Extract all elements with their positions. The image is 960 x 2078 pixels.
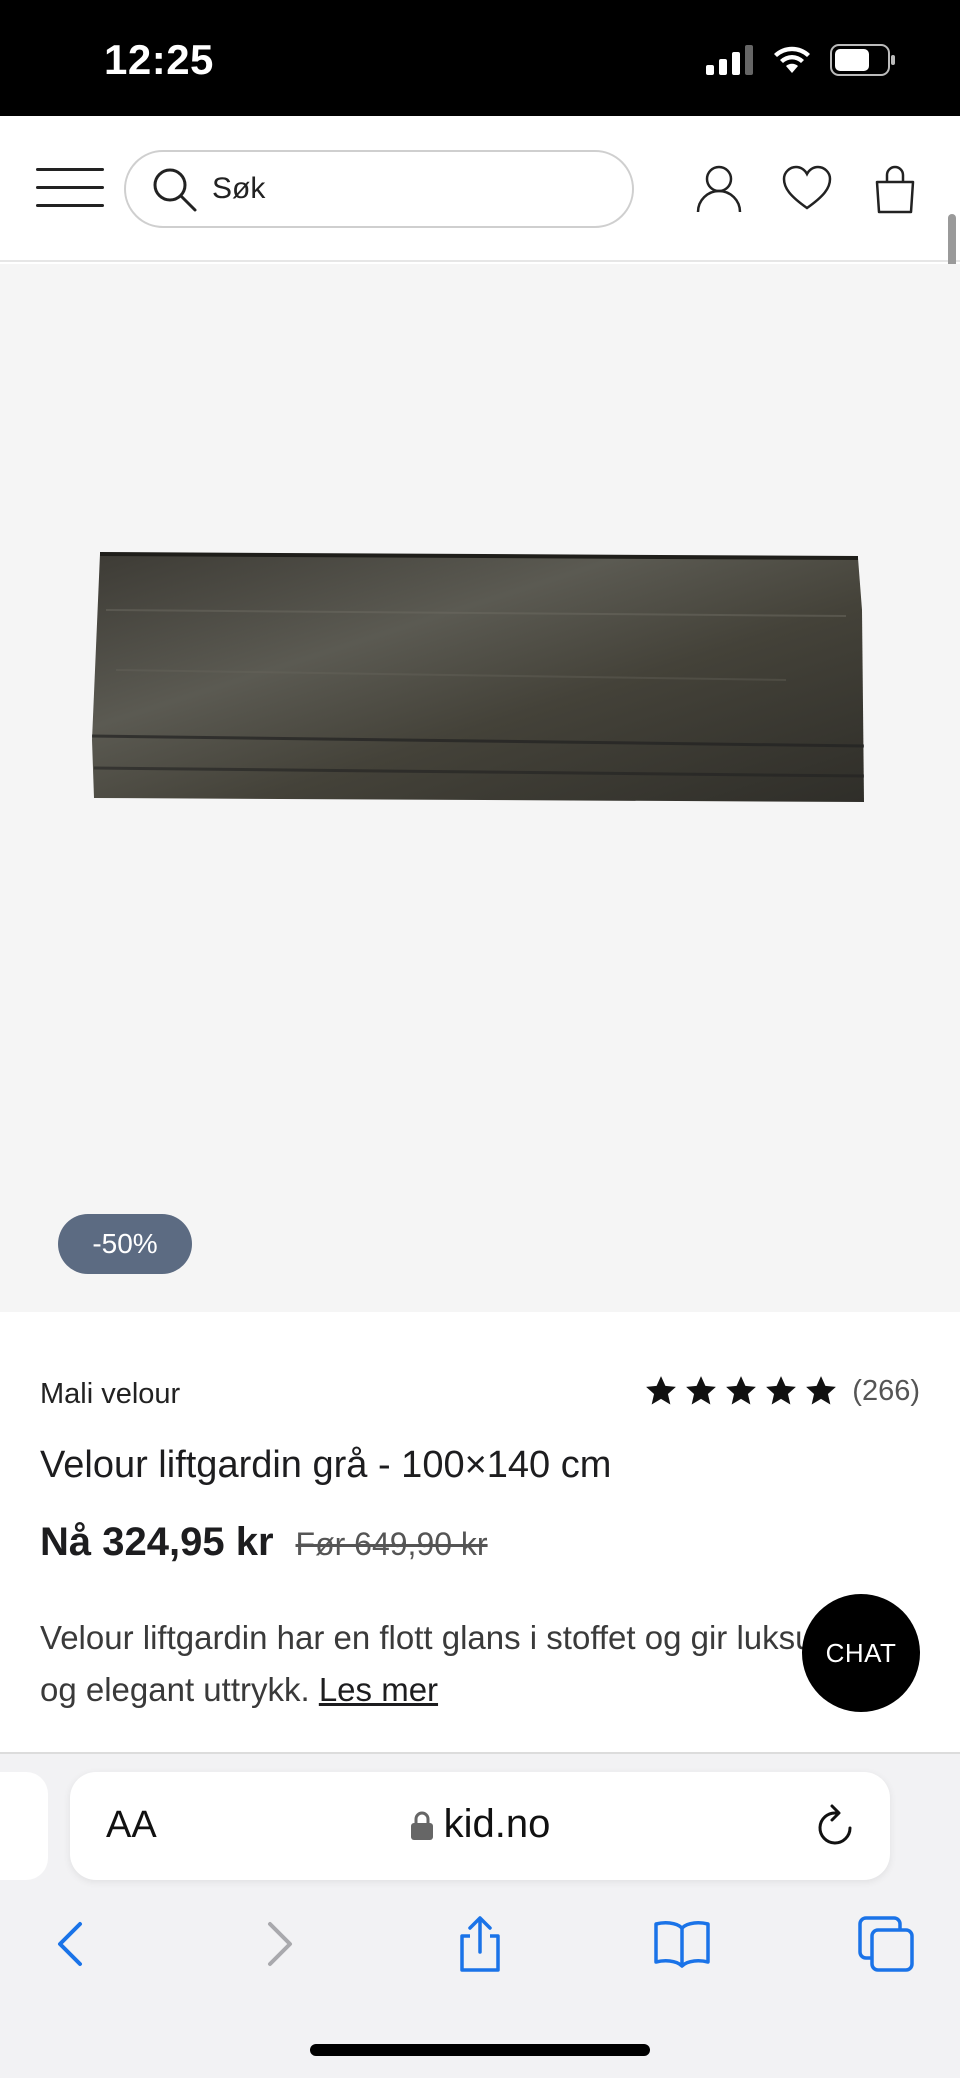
product-description: Velour liftgardin har en flott glans i s… bbox=[40, 1612, 920, 1716]
menu-icon[interactable] bbox=[36, 166, 104, 210]
reload-icon[interactable] bbox=[814, 1802, 858, 1850]
tabs-icon[interactable] bbox=[856, 1914, 916, 1974]
status-icons bbox=[706, 44, 896, 76]
product-brand[interactable]: Mali velour bbox=[40, 1378, 180, 1411]
previous-tab-preview[interactable] bbox=[0, 1772, 48, 1880]
star-icon bbox=[686, 1376, 717, 1405]
lock-icon bbox=[410, 1811, 433, 1841]
share-icon[interactable] bbox=[450, 1914, 510, 1974]
browser-toolbar bbox=[0, 1904, 960, 1984]
star-icon bbox=[646, 1376, 677, 1405]
account-icon[interactable] bbox=[692, 162, 746, 216]
forward-icon[interactable] bbox=[248, 1914, 308, 1974]
signal-icon bbox=[706, 45, 753, 75]
search-input[interactable]: Søk bbox=[124, 150, 634, 228]
product-gallery[interactable]: -50% bbox=[0, 264, 960, 1312]
site-header: Søk bbox=[0, 116, 960, 262]
url-display[interactable]: kid.no bbox=[70, 1802, 890, 1847]
status-time: 12:25 bbox=[104, 36, 214, 83]
star-icon bbox=[766, 1376, 797, 1405]
discount-badge: -50% bbox=[58, 1214, 192, 1274]
bookmarks-icon[interactable] bbox=[652, 1914, 712, 1974]
rating-stars bbox=[644, 1374, 838, 1408]
description-text: Velour liftgardin har en flott glans i s… bbox=[40, 1619, 878, 1708]
back-icon[interactable] bbox=[42, 1914, 102, 1974]
read-more-link[interactable]: Les mer bbox=[319, 1671, 438, 1708]
search-icon bbox=[153, 168, 197, 212]
product-image bbox=[91, 552, 865, 802]
chat-button[interactable]: CHAT bbox=[802, 1594, 920, 1712]
address-bar[interactable]: AA kid.no bbox=[70, 1772, 890, 1880]
bag-icon[interactable] bbox=[868, 162, 922, 216]
product-title: Velour liftgardin grå - 100×140 cm bbox=[40, 1444, 612, 1486]
price-row: Nå 324,95 kr Før 649,90 kr bbox=[40, 1520, 488, 1565]
search-placeholder: Søk bbox=[212, 172, 266, 205]
heart-icon[interactable] bbox=[780, 162, 834, 216]
battery-icon bbox=[830, 44, 895, 76]
browser-bottom-bar: AA kid.no bbox=[0, 1752, 960, 2078]
price-before: Før 649,90 kr bbox=[295, 1526, 488, 1562]
url-text: kid.no bbox=[443, 1802, 551, 1846]
price-now: Nå 324,95 kr bbox=[40, 1520, 274, 1564]
star-icon bbox=[726, 1376, 757, 1405]
wifi-icon bbox=[774, 46, 810, 73]
rating-count: (266) bbox=[852, 1374, 920, 1407]
star-icon bbox=[806, 1376, 837, 1405]
product-rating[interactable]: (266) bbox=[644, 1374, 920, 1408]
home-indicator[interactable] bbox=[310, 2044, 650, 2056]
status-bar: 12:25 bbox=[0, 0, 960, 116]
